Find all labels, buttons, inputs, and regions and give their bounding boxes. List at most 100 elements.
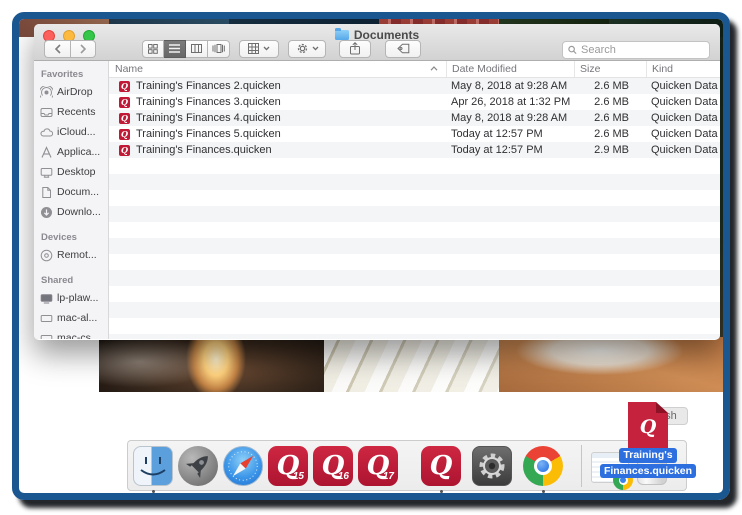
sticky-notes-photo	[324, 337, 499, 392]
desktop-icon	[40, 166, 53, 179]
sidebar-item-airdrop[interactable]: AirDrop	[34, 82, 108, 102]
sidebar-item-label: Docum...	[57, 186, 99, 198]
file-name-cell: Q Training's Finances 2.quicken	[109, 80, 446, 92]
column-header-size[interactable]: Size	[574, 61, 646, 77]
column-header-kind[interactable]: Kind	[646, 61, 720, 77]
icon-view-icon	[148, 44, 158, 54]
forward-icon	[79, 44, 87, 54]
sidebar-item-documents[interactable]: Docum...	[34, 182, 108, 202]
quicken-2017-icon: Q17	[358, 446, 398, 486]
sidebar-item-label: mac-al...	[57, 312, 97, 324]
share-button[interactable]	[339, 40, 371, 58]
share-icon	[349, 42, 361, 55]
display-icon	[40, 332, 53, 340]
column-header-name[interactable]: Name	[109, 61, 446, 77]
file-size: 2.9 MB	[574, 144, 646, 156]
forward-button[interactable]	[70, 40, 96, 58]
list-view-icon	[169, 44, 180, 53]
search-icon	[568, 45, 577, 55]
file-size: 2.6 MB	[574, 112, 646, 124]
back-button[interactable]	[44, 40, 70, 58]
sidebar-section-devices: Devices	[34, 229, 108, 245]
column-headers: Name Date Modified Size Kind	[109, 61, 720, 78]
sidebar-item-desktop[interactable]: Desktop	[34, 162, 108, 182]
list-view-button[interactable]	[164, 40, 186, 58]
dock-item-quicken-2017[interactable]: Q17	[358, 446, 398, 486]
tag-button[interactable]	[385, 40, 421, 58]
downloads-icon	[40, 206, 53, 219]
sidebar-item-label: Desktop	[57, 166, 96, 178]
dragged-file-label-line2: Finances.quicken	[600, 464, 696, 479]
sidebar-item-recents[interactable]: Recents	[34, 102, 108, 122]
file-name: Training's Finances.quicken	[136, 144, 272, 156]
sidebar-item-mac-cs[interactable]: mac-cs...	[34, 328, 108, 339]
running-indicator	[542, 490, 545, 493]
chevron-down-icon	[312, 46, 319, 51]
quicken-file-icon: Q	[119, 97, 130, 108]
sidebar-item-label: Remot...	[57, 249, 97, 261]
action-button[interactable]	[288, 40, 326, 58]
sidebar-item-downloads[interactable]: Downlo...	[34, 202, 108, 222]
running-indicator	[152, 490, 155, 493]
group-button[interactable]	[239, 40, 279, 58]
icon-view-button[interactable]	[142, 40, 164, 58]
sidebar-item-remote-disc[interactable]: Remot...	[34, 245, 108, 265]
quicken-file-icon: Q	[119, 81, 130, 92]
sidebar-item-label: iCloud...	[57, 126, 96, 138]
background-photo-band	[99, 337, 723, 392]
chrome-icon	[523, 446, 563, 486]
file-size: 2.6 MB	[574, 96, 646, 108]
sidebar-item-label: Downlo...	[57, 206, 101, 218]
person-photo	[499, 337, 723, 392]
dock-item-finder[interactable]	[133, 446, 173, 486]
file-row[interactable]: QTraining's Finances 2.quicken May 8, 20…	[109, 78, 720, 94]
file-name: Training's Finances 2.quicken	[136, 80, 281, 92]
quicken-file-icon: Q	[119, 113, 130, 124]
sidebar-section-shared: Shared	[34, 272, 108, 288]
sidebar-item-mac-al[interactable]: mac-al...	[34, 308, 108, 328]
finder-window: Documents	[34, 24, 720, 340]
search-field[interactable]	[562, 41, 710, 59]
file-row[interactable]: Q Training's Finances 3.quicken Apr 26, 2…	[109, 94, 720, 110]
window-body: Favorites AirDrop Recents iCloud...	[34, 61, 720, 339]
dock-item-chrome[interactable]	[523, 446, 563, 486]
file-name: Training's Finances 3.quicken	[136, 96, 281, 108]
dragged-quicken-file-icon[interactable]: Q	[628, 402, 668, 448]
sidebar-item-label: Recents	[57, 106, 96, 118]
q-glyph: Q	[640, 416, 657, 438]
file-row[interactable]: QTraining's Finances 5.quicken Today at …	[109, 126, 720, 142]
file-list: Name Date Modified Size Kind QTraining's…	[109, 61, 720, 339]
file-name-cell: QTraining's Finances 5.quicken	[109, 128, 446, 140]
view-button-group	[142, 40, 230, 58]
chevron-down-icon	[263, 46, 270, 51]
sidebar-item-lp-plaw[interactable]: lp-plaw...	[34, 288, 108, 308]
sidebar-item-label: AirDrop	[57, 86, 93, 98]
nav-button-group	[44, 40, 96, 58]
search-input[interactable]	[581, 44, 704, 56]
dock-item-quicken-2016[interactable]: Q16	[313, 446, 353, 486]
file-date: Apr 26, 2018 at 1:32 PM	[446, 96, 574, 108]
dock-item-quicken-2015[interactable]: Q15	[268, 446, 308, 486]
column-view-button[interactable]	[186, 40, 208, 58]
column-header-label: Kind	[652, 63, 673, 75]
column-header-date-modified[interactable]: Date Modified	[446, 61, 574, 77]
sidebar-item-icloud[interactable]: iCloud...	[34, 122, 108, 142]
file-row[interactable]: QTraining's Finances.quicken Today at 12…	[109, 142, 720, 158]
safari-icon	[223, 446, 263, 486]
file-rows: QTraining's Finances 2.quicken May 8, 20…	[109, 78, 720, 339]
file-kind: Quicken Data	[646, 144, 720, 156]
version-badge: 17	[383, 471, 394, 482]
dock-item-launchpad[interactable]	[178, 446, 218, 486]
sidebar-item-applications[interactable]: Applica...	[34, 142, 108, 162]
file-size: 2.6 MB	[574, 128, 646, 140]
coverflow-view-button[interactable]	[208, 40, 230, 58]
file-date: Today at 12:57 PM	[446, 144, 574, 156]
documents-icon	[40, 186, 53, 199]
quicken-2016-icon: Q16	[313, 446, 353, 486]
dock-item-quicken[interactable]: Q	[421, 446, 461, 486]
dock-item-safari[interactable]	[223, 446, 263, 486]
icloud-icon	[40, 126, 53, 139]
file-row[interactable]: QTraining's Finances 4.quicken May 8, 20…	[109, 110, 720, 126]
sort-ascending-icon	[430, 66, 438, 71]
dock-item-system-preferences[interactable]	[472, 446, 512, 486]
